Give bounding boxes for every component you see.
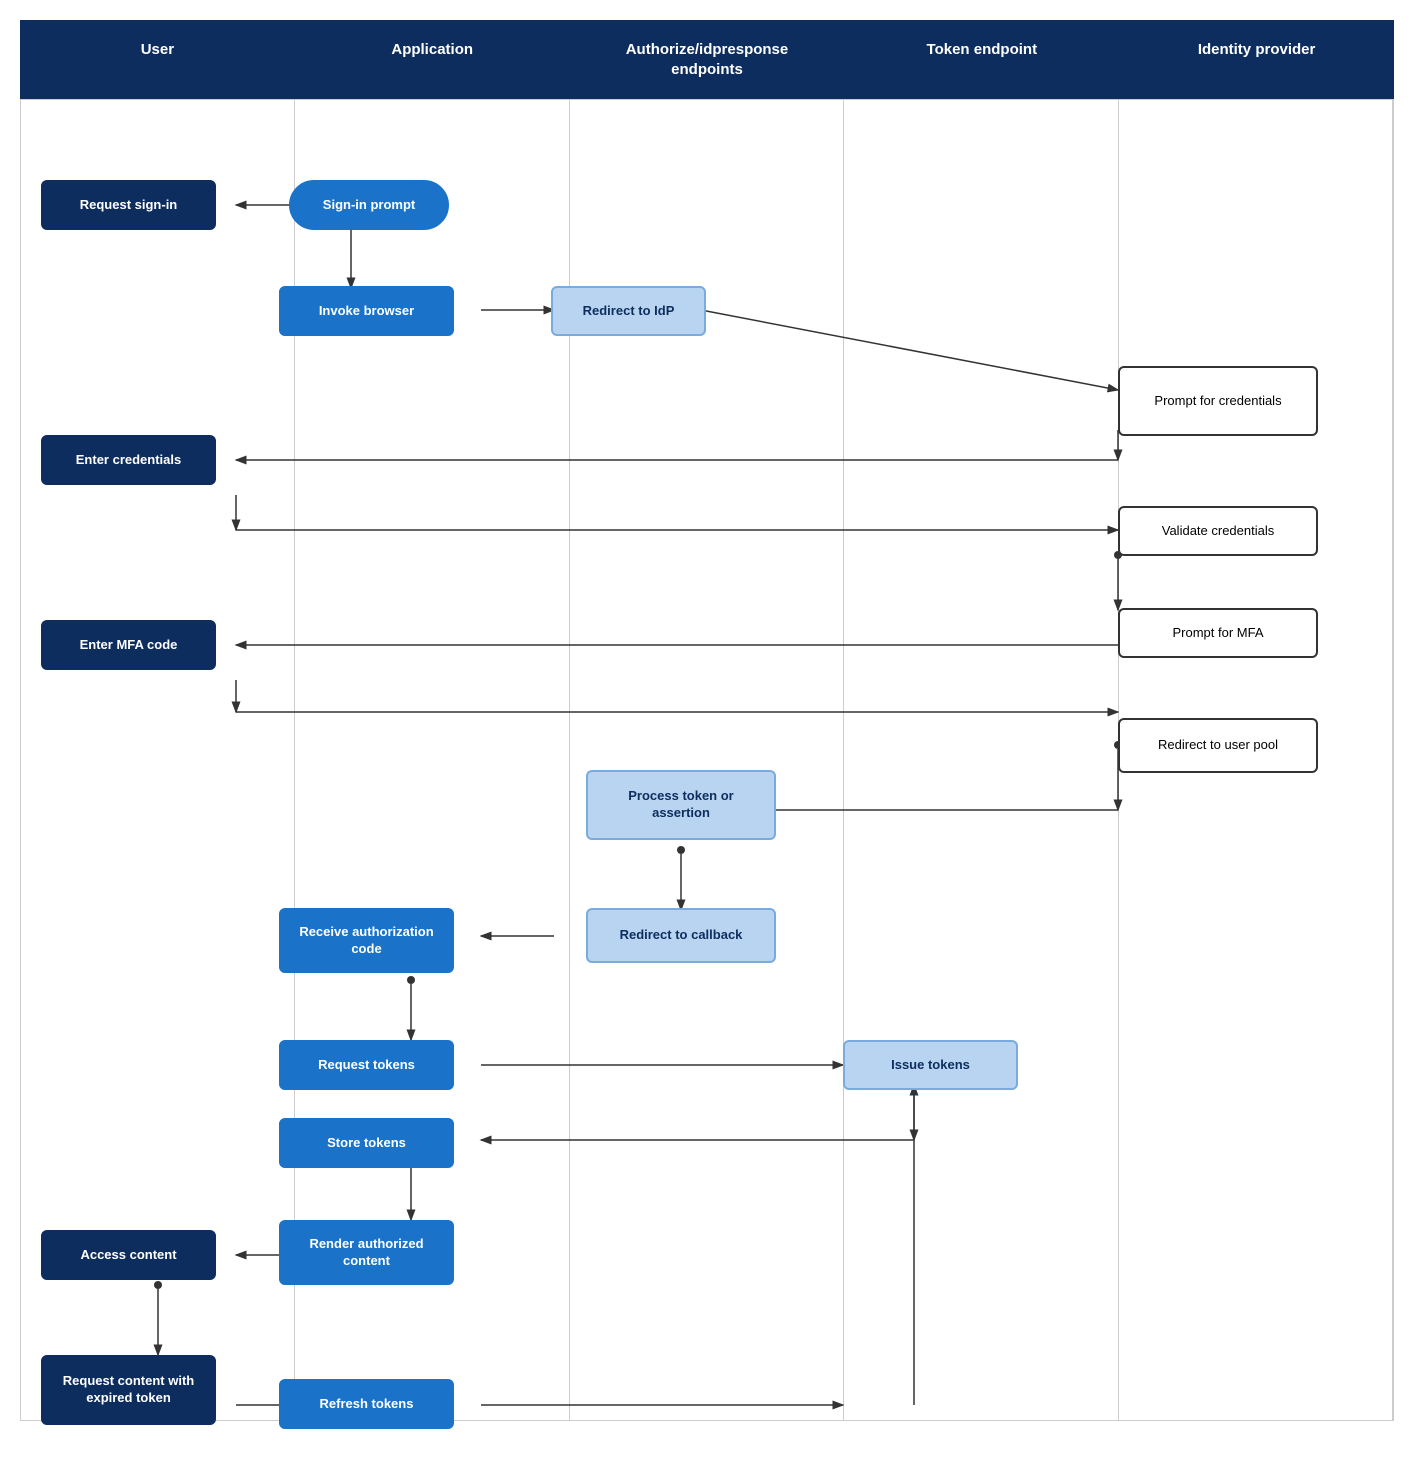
prompt-credentials-node: Prompt for credentials	[1118, 366, 1318, 436]
header-user: User	[20, 20, 295, 99]
lane-user	[21, 100, 295, 1420]
lane-token	[844, 100, 1118, 1420]
enter-mfa-node: Enter MFA code	[41, 620, 216, 670]
redirect-user-pool-node: Redirect to user pool	[1118, 718, 1318, 773]
access-content-node: Access content	[41, 1230, 216, 1280]
refresh-tokens-node: Refresh tokens	[279, 1379, 454, 1429]
receive-auth-code-node: Receive authorization code	[279, 908, 454, 973]
header-authorize: Authorize/idpresponse endpoints	[570, 20, 845, 99]
enter-credentials-node: Enter credentials	[41, 435, 216, 485]
header-idp: Identity provider	[1119, 20, 1394, 99]
signin-prompt-node: Sign-in prompt	[289, 180, 449, 230]
issue-tokens-node: Issue tokens	[843, 1040, 1018, 1090]
redirect-callback-node: Redirect to callback	[586, 908, 776, 963]
prompt-mfa-node: Prompt for MFA	[1118, 608, 1318, 658]
validate-credentials-node: Validate credentials	[1118, 506, 1318, 556]
process-token-node: Process token or assertion	[586, 770, 776, 840]
render-authorized-node: Render authorized content	[279, 1220, 454, 1285]
redirect-idp-node: Redirect to IdP	[551, 286, 706, 336]
request-tokens-node: Request tokens	[279, 1040, 454, 1090]
invoke-browser-node: Invoke browser	[279, 286, 454, 336]
request-expired-node: Request content with expired token	[41, 1355, 216, 1425]
header-token: Token endpoint	[844, 20, 1119, 99]
request-signin-node: Request sign-in	[41, 180, 216, 230]
header-application: Application	[295, 20, 570, 99]
diagram-wrapper: User Application Authorize/idpresponse e…	[0, 0, 1414, 1461]
store-tokens-node: Store tokens	[279, 1118, 454, 1168]
col-headers: User Application Authorize/idpresponse e…	[20, 20, 1394, 99]
diagram-area: Request sign-in Sign-in prompt Invoke br…	[20, 99, 1394, 1421]
